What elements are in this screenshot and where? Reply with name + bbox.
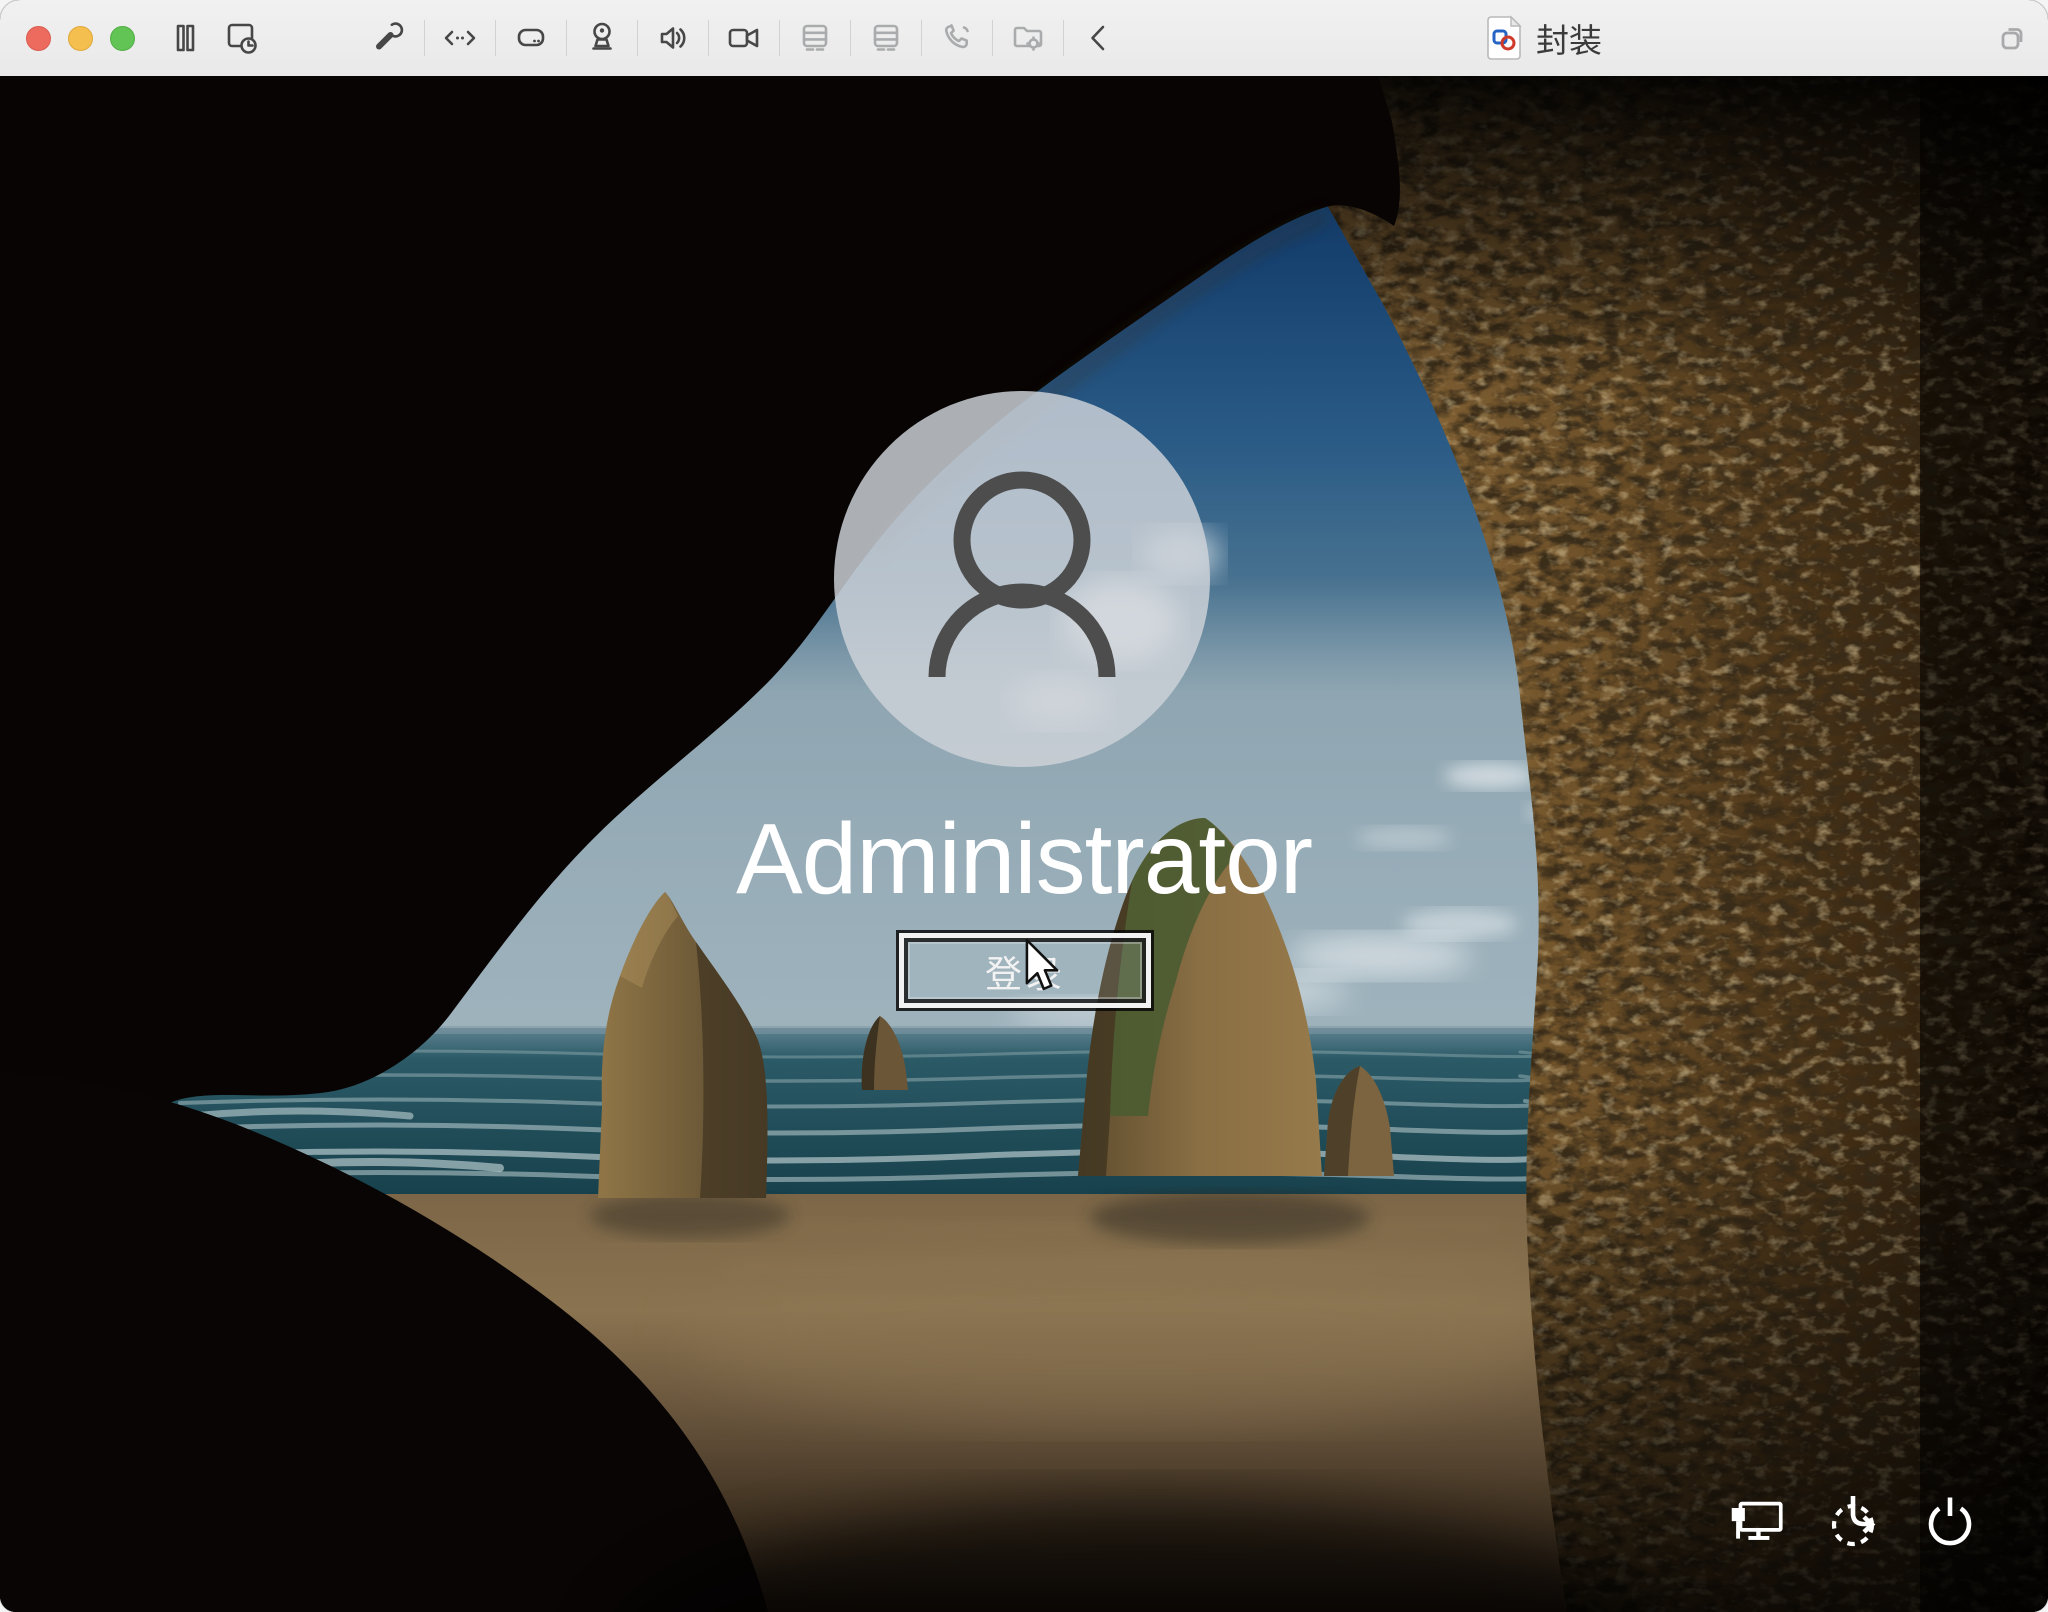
new-window-button[interactable] [1992,18,2032,58]
server-icon [802,24,828,51]
sound-button[interactable] [651,16,695,60]
power-icon [1928,1497,1972,1546]
call-button [935,16,979,60]
minimize-button[interactable] [68,25,93,51]
wrench-icon [376,22,404,50]
utm-vm-window: 封装 Administrator 登录 [0,0,2048,1612]
shared-drive-2-button [864,16,908,60]
phone-icon [944,24,969,49]
video-capture-button[interactable] [722,16,766,60]
default-person-icon [928,471,1116,678]
vm-display[interactable]: Administrator 登录 [0,76,2048,1612]
drive-button[interactable] [509,16,553,60]
ease-of-access-button[interactable] [1826,1494,1882,1550]
save-state-button[interactable] [219,16,263,60]
code-arrows-icon [444,30,476,46]
power-button[interactable] [1922,1494,1978,1550]
network-status-button[interactable] [1730,1494,1786,1550]
folder-gear-icon [1013,26,1043,51]
titlebar: 封装 [0,0,2048,77]
webcam-button[interactable] [580,16,624,60]
screenshot: 封装 Administrator 登录 [0,0,2048,1612]
window-title: 封装 [1486,0,1602,76]
chevron-left-icon [1091,25,1105,51]
sign-in-button[interactable]: 登录 [899,933,1151,1008]
webcam-icon [592,22,612,50]
window-title-text: 封装 [1536,22,1602,59]
ease-of-access-icon [1831,1496,1876,1547]
server-2-icon [873,24,899,51]
traffic-lights [26,25,135,51]
pause-icon [176,24,195,52]
new-window-icon [2001,28,2023,50]
sign-in-label: 登录 [985,953,1065,995]
save-state-icon [227,23,257,54]
pause-button[interactable] [163,16,207,60]
network-icon [1731,1501,1783,1540]
video-camera-icon [728,28,759,48]
close-button[interactable] [26,25,51,51]
speaker-icon [660,27,686,49]
username-label: Administrator [735,803,1313,915]
user-avatar[interactable] [834,391,1210,767]
zoom-button[interactable] [110,25,135,51]
folder-tools-button [1006,16,1050,60]
shared-drive-button [793,16,837,60]
drive-icon [517,28,545,47]
console-button[interactable] [438,16,482,60]
collapse-toolbar-button[interactable] [1077,16,1121,60]
utm-document-icon [1487,15,1522,60]
wrench-tools-button[interactable] [367,16,411,60]
